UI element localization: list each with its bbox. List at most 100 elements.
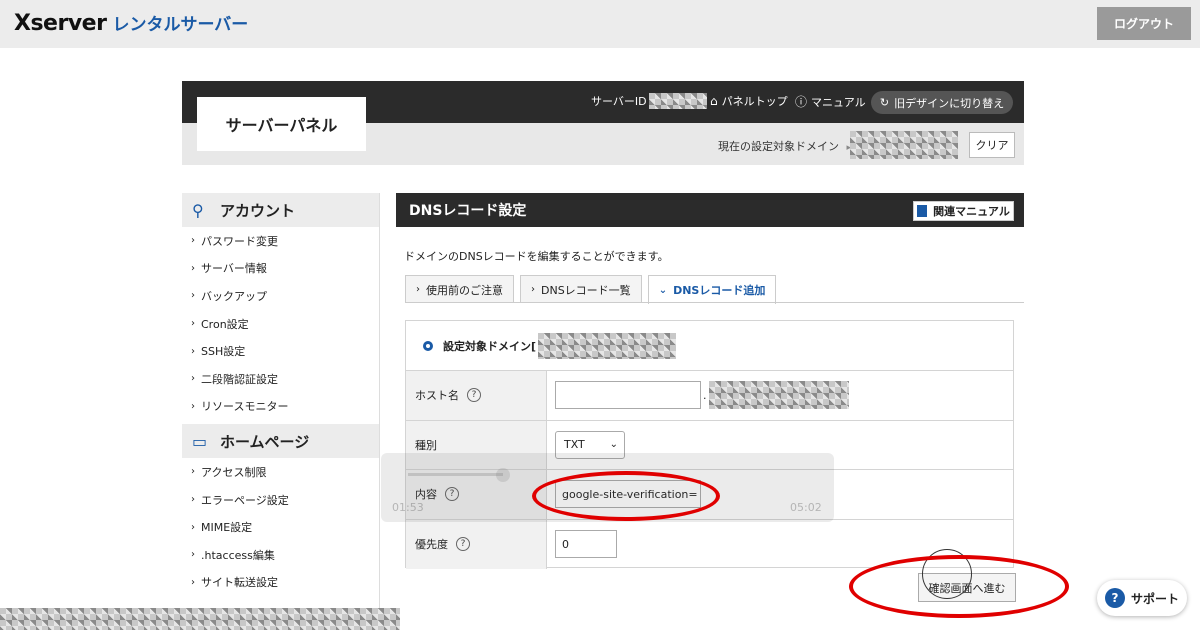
sidebar-item-label: バックアップ: [201, 289, 267, 303]
account-item[interactable]: › リソースモニター: [182, 393, 379, 421]
sidebar-section-account[interactable]: ⚲ アカウント: [182, 193, 379, 227]
chevron-right-icon: ›: [191, 290, 195, 302]
volume-slider[interactable]: [408, 473, 503, 476]
support-button[interactable]: ? サポート: [1097, 580, 1187, 616]
priority-label-cell: 優先度 ?: [406, 519, 547, 569]
account-menu: › パスワード変更 › サーバー情報 › バックアップ › Cron設定 › SSH設定 › 二段階認…: [182, 227, 379, 420]
server-id-label: サーバーID: [591, 95, 647, 108]
sidebar-section-title: アカウント: [220, 201, 296, 220]
help-icon[interactable]: ?: [467, 388, 481, 403]
logo-main-text: Xserver: [14, 11, 107, 36]
annotation-ellipse-content: [532, 471, 720, 521]
sidebar-item-label: Cron設定: [201, 317, 249, 331]
browser-window-icon: ▭: [192, 431, 208, 451]
old-design-button[interactable]: ↻ 旧デザインに切り替え: [871, 91, 1013, 114]
chevron-right-icon: ›: [191, 235, 195, 247]
sidebar-item-label: SSH設定: [201, 345, 246, 359]
homepage-item[interactable]: › MIME設定: [182, 513, 379, 541]
manual-link[interactable]: ⓘ マニュアル: [795, 93, 866, 110]
annotation-ellipse-confirm: [849, 555, 1069, 618]
priority-input[interactable]: 0: [555, 530, 617, 559]
target-domain-row: 設定対象ドメイン[: [406, 321, 1013, 371]
tab-bar: › 使用前のご注意 › DNSレコード一覧 ⌄ DNSレコード追加: [405, 275, 782, 304]
home-icon: ⌂: [710, 94, 718, 108]
homepage-menu: › アクセス制限 › エラーページ設定 › MIME設定 › .htaccess編集 › サイト転…: [182, 458, 379, 596]
related-manual-label: 関連マニュアル: [933, 205, 1010, 218]
tab-dns-list[interactable]: › DNSレコード一覧: [520, 275, 642, 303]
current-domain: 現在の設定対象ドメイン ▸: [718, 138, 851, 154]
sidebar-item-label: MIME設定: [201, 521, 253, 535]
sidebar-section-title: ホームページ: [220, 432, 310, 451]
chevron-right-icon: ›: [531, 284, 535, 295]
server-panel-title[interactable]: サーバーパネル: [197, 97, 366, 151]
question-icon: ?: [1104, 588, 1125, 608]
chevron-right-icon: ›: [191, 345, 195, 357]
chevron-down-icon: ⌄: [609, 439, 618, 451]
account-item[interactable]: › Cron設定: [182, 310, 379, 338]
book-icon: [917, 205, 928, 217]
chevron-right-icon: ›: [191, 549, 195, 561]
old-design-label: 旧デザインに切り替え: [894, 96, 1005, 110]
tab-label: DNSレコード一覧: [541, 283, 631, 297]
page-title-text: DNSレコード設定: [409, 203, 527, 219]
help-icon[interactable]: ?: [456, 537, 470, 552]
homepage-item[interactable]: › エラーページ設定: [182, 486, 379, 514]
tab-label: DNSレコード追加: [673, 284, 766, 297]
chevron-right-icon: ›: [191, 262, 195, 274]
volume-knob[interactable]: [496, 468, 510, 482]
chevron-right-icon: ›: [416, 284, 420, 295]
account-item[interactable]: › パスワード変更: [182, 227, 379, 255]
help-circle-icon: ⓘ: [795, 95, 808, 109]
account-item[interactable]: › SSH設定: [182, 337, 379, 365]
tab-dns-add[interactable]: ⌄ DNSレコード追加: [647, 275, 777, 304]
homepage-item[interactable]: › サイト転送設定: [182, 569, 379, 597]
server-id: サーバーID: [591, 93, 707, 109]
account-item[interactable]: › 二段階認証設定: [182, 365, 379, 393]
video-time-total: 05:02: [790, 501, 822, 514]
sidebar-section-homepage[interactable]: ▭ ホームページ: [182, 424, 379, 459]
sidebar-item-label: サーバー情報: [201, 262, 267, 276]
sidebar-item-label: 二段階認証設定: [201, 372, 278, 386]
clear-button[interactable]: クリア: [969, 132, 1015, 158]
current-domain-redacted: [850, 131, 958, 159]
panel-top-label: パネルトップ: [721, 95, 788, 108]
logout-button[interactable]: ログアウト: [1097, 7, 1191, 40]
tab-divider: [405, 302, 1024, 303]
sidebar-item-label: .htaccess編集: [201, 548, 275, 562]
host-domain-redacted: [708, 381, 849, 410]
type-select-value: TXT: [564, 438, 585, 452]
panel-top-link[interactable]: ⌂ パネルトップ: [710, 93, 788, 109]
related-manual-button[interactable]: 関連マニュアル: [913, 201, 1014, 221]
tab-precautions[interactable]: › 使用前のご注意: [405, 275, 514, 303]
account-item[interactable]: › バックアップ: [182, 282, 379, 310]
homepage-item[interactable]: › アクセス制限: [182, 458, 379, 486]
target-domain-redacted: [538, 332, 677, 359]
user-icon: ⚲: [192, 200, 204, 220]
video-time-elapsed: 01:53: [392, 501, 424, 514]
tab-label: 使用前のご注意: [426, 283, 503, 297]
support-label: サポート: [1130, 591, 1179, 606]
top-bar: Xserver レンタルサーバー ログアウト: [0, 0, 1200, 48]
host-input[interactable]: [555, 381, 701, 410]
target-radio-icon: [423, 340, 433, 351]
homepage-item[interactable]: › .htaccess編集: [182, 541, 379, 569]
sidebar-item-label: アクセス制限: [201, 465, 267, 479]
account-item[interactable]: › サーバー情報: [182, 255, 379, 283]
chevron-right-icon: ›: [191, 576, 195, 588]
refresh-icon: ↻: [879, 96, 890, 109]
page-description: ドメインのDNSレコードを編集することができます。: [404, 250, 669, 263]
chevron-right-icon: ›: [191, 521, 195, 533]
chevron-right-icon: ›: [191, 373, 195, 385]
host-dot: .: [703, 388, 707, 402]
host-label: ホスト名: [415, 389, 459, 403]
server-id-redacted: [648, 93, 707, 109]
chevron-right-icon: ›: [191, 466, 195, 478]
sidebar-item-label: パスワード変更: [201, 234, 278, 248]
bottom-redacted-bar: [0, 608, 400, 630]
manual-label: マニュアル: [811, 95, 866, 109]
xserver-logo[interactable]: Xserver レンタルサーバー: [14, 10, 248, 36]
priority-label: 優先度: [415, 538, 448, 552]
chevron-right-icon: ›: [191, 400, 195, 412]
sidebar: ⚲ アカウント › パスワード変更 › サーバー情報 › バックアップ › Cron設定 › SS…: [182, 193, 380, 630]
sidebar-item-label: サイト転送設定: [201, 576, 278, 590]
